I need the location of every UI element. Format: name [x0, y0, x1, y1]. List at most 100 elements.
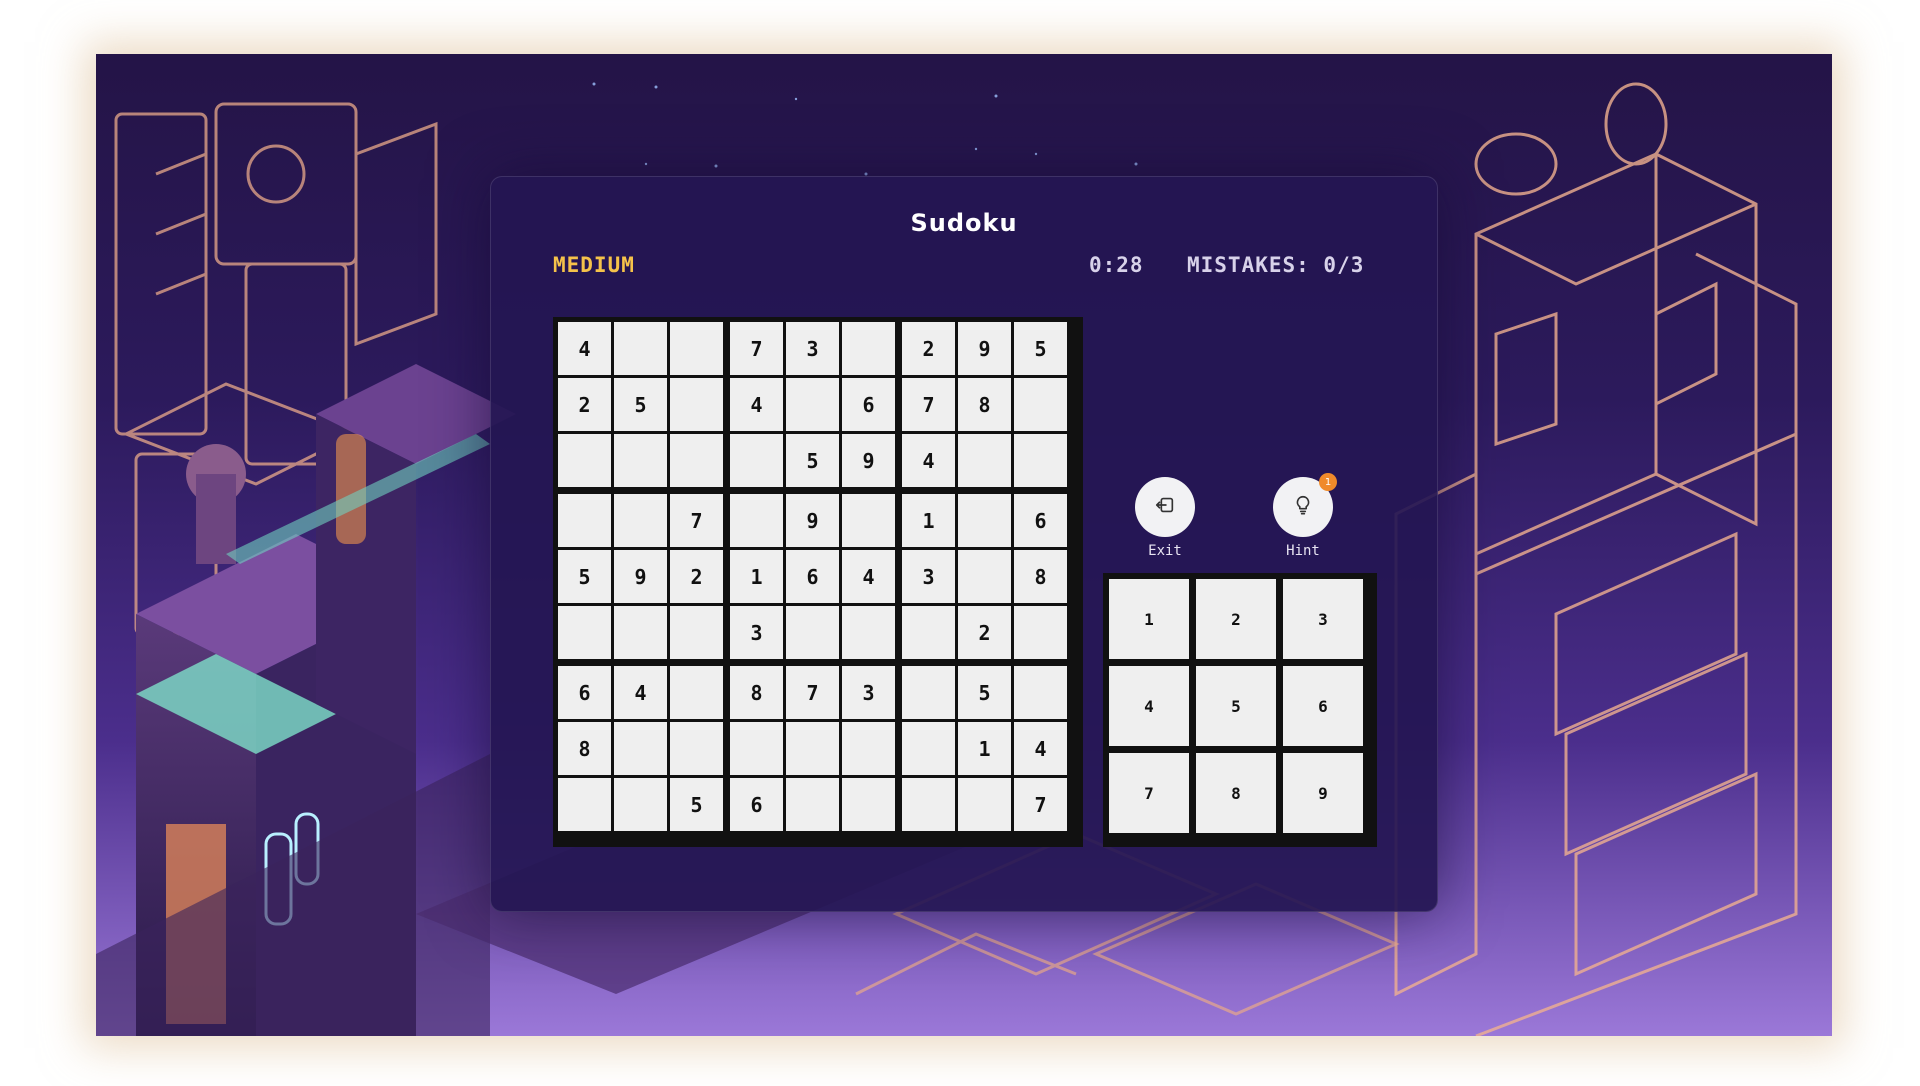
sudoku-cell[interactable] [558, 606, 611, 659]
numpad-key[interactable]: 5 [1196, 666, 1276, 746]
sudoku-cell[interactable] [1014, 378, 1067, 431]
numpad-key[interactable]: 2 [1196, 579, 1276, 659]
sudoku-cell[interactable] [958, 494, 1011, 547]
sudoku-cell[interactable]: 7 [1014, 778, 1067, 831]
sudoku-cell[interactable] [558, 434, 611, 487]
numpad-key[interactable]: 3 [1283, 579, 1363, 659]
sudoku-cell[interactable] [786, 378, 839, 431]
exit-label: Exit [1148, 543, 1182, 559]
sudoku-cell[interactable] [958, 778, 1011, 831]
numpad-key[interactable]: 6 [1283, 666, 1363, 746]
sudoku-cell[interactable]: 6 [786, 550, 839, 603]
sudoku-cell[interactable]: 4 [558, 322, 611, 375]
sudoku-cell[interactable] [670, 378, 723, 431]
difficulty-label: MEDIUM [553, 253, 635, 277]
sudoku-cell[interactable] [842, 606, 895, 659]
sudoku-cell[interactable]: 9 [614, 550, 667, 603]
sudoku-cell[interactable]: 5 [670, 778, 723, 831]
number-pad: 123 456 789 [1103, 573, 1377, 847]
sudoku-cell[interactable] [902, 666, 955, 719]
sudoku-cell[interactable] [558, 494, 611, 547]
timer: 0:28 [1089, 253, 1144, 277]
sudoku-cell[interactable] [670, 434, 723, 487]
sudoku-cell[interactable] [786, 778, 839, 831]
sudoku-cell[interactable] [902, 722, 955, 775]
numpad-key[interactable]: 1 [1109, 579, 1189, 659]
sudoku-cell[interactable]: 5 [1014, 322, 1067, 375]
sudoku-cell[interactable] [730, 434, 783, 487]
sudoku-cell[interactable] [730, 494, 783, 547]
sudoku-cell[interactable] [730, 722, 783, 775]
sudoku-cell[interactable]: 6 [842, 378, 895, 431]
sudoku-cell[interactable] [614, 722, 667, 775]
sudoku-cell[interactable]: 2 [902, 322, 955, 375]
sudoku-cell[interactable]: 1 [730, 550, 783, 603]
sudoku-cell[interactable]: 6 [558, 666, 611, 719]
sudoku-cell[interactable]: 5 [614, 378, 667, 431]
numpad-key[interactable]: 8 [1196, 753, 1276, 833]
sudoku-cell[interactable]: 1 [958, 722, 1011, 775]
sudoku-cell[interactable] [958, 434, 1011, 487]
sudoku-cell[interactable]: 4 [614, 666, 667, 719]
sudoku-cell[interactable] [842, 722, 895, 775]
sudoku-cell[interactable] [786, 722, 839, 775]
sudoku-cell[interactable]: 4 [842, 550, 895, 603]
sudoku-cell[interactable]: 1 [902, 494, 955, 547]
sudoku-cell[interactable]: 8 [958, 378, 1011, 431]
sudoku-cell[interactable]: 4 [730, 378, 783, 431]
sudoku-cell[interactable]: 5 [786, 434, 839, 487]
sudoku-cell[interactable]: 7 [730, 322, 783, 375]
sudoku-cell[interactable]: 3 [730, 606, 783, 659]
sudoku-cell[interactable]: 3 [842, 666, 895, 719]
sudoku-cell[interactable]: 5 [958, 666, 1011, 719]
sudoku-cell[interactable]: 9 [842, 434, 895, 487]
sudoku-cell[interactable]: 3 [902, 550, 955, 603]
sudoku-cell[interactable] [670, 322, 723, 375]
sudoku-cell[interactable]: 7 [902, 378, 955, 431]
sudoku-cell[interactable]: 7 [670, 494, 723, 547]
numpad-key[interactable]: 9 [1283, 753, 1363, 833]
sudoku-cell[interactable] [1014, 606, 1067, 659]
sudoku-cell[interactable]: 9 [958, 322, 1011, 375]
sudoku-cell[interactable] [670, 666, 723, 719]
sudoku-cell[interactable]: 9 [786, 494, 839, 547]
sudoku-cell[interactable] [786, 606, 839, 659]
sudoku-cell[interactable] [614, 494, 667, 547]
sudoku-cell[interactable] [1014, 666, 1067, 719]
sudoku-cell[interactable] [558, 778, 611, 831]
sudoku-cell[interactable]: 2 [958, 606, 1011, 659]
hint-label: Hint [1286, 543, 1320, 559]
hint-count-badge: 1 [1319, 473, 1337, 491]
exit-icon [1154, 494, 1176, 520]
sudoku-cell[interactable] [842, 494, 895, 547]
numpad-key[interactable]: 7 [1109, 753, 1189, 833]
sudoku-cell[interactable] [902, 606, 955, 659]
sudoku-cell[interactable]: 5 [558, 550, 611, 603]
sudoku-cell[interactable] [902, 778, 955, 831]
sudoku-cell[interactable] [670, 722, 723, 775]
sudoku-cell[interactable]: 7 [786, 666, 839, 719]
sudoku-cell[interactable]: 6 [1014, 494, 1067, 547]
sudoku-cell[interactable] [842, 778, 895, 831]
sudoku-cell[interactable] [842, 322, 895, 375]
exit-button[interactable] [1135, 477, 1195, 537]
sudoku-cell[interactable]: 8 [730, 666, 783, 719]
sudoku-cell[interactable]: 8 [1014, 550, 1067, 603]
sudoku-cell[interactable]: 6 [730, 778, 783, 831]
sudoku-cell[interactable] [614, 606, 667, 659]
sudoku-cell[interactable] [614, 322, 667, 375]
sudoku-cell[interactable] [958, 550, 1011, 603]
game-panel: Sudoku MEDIUM 0:28 MISTAKES: 0/3 4732952… [490, 176, 1438, 912]
sudoku-board: 4732952546785947916592164383264873581456… [553, 317, 1083, 847]
sudoku-cell[interactable]: 4 [902, 434, 955, 487]
numpad-key[interactable]: 4 [1109, 666, 1189, 746]
sudoku-cell[interactable] [614, 778, 667, 831]
sudoku-cell[interactable] [1014, 434, 1067, 487]
sudoku-cell[interactable]: 2 [558, 378, 611, 431]
sudoku-cell[interactable] [670, 606, 723, 659]
sudoku-cell[interactable]: 4 [1014, 722, 1067, 775]
sudoku-cell[interactable]: 3 [786, 322, 839, 375]
sudoku-cell[interactable]: 2 [670, 550, 723, 603]
sudoku-cell[interactable]: 8 [558, 722, 611, 775]
sudoku-cell[interactable] [614, 434, 667, 487]
